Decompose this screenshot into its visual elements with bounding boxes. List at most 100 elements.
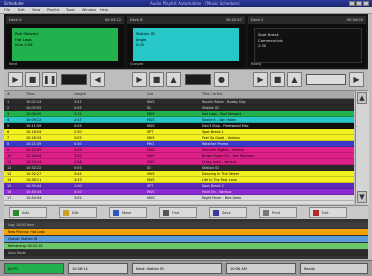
col-number[interactable]: #: [7, 92, 10, 96]
next-event-text: Next: Station ID: [136, 267, 164, 271]
status-bar: AUTO 10:06:14 Next: Station ID 10:06 AM …: [0, 260, 372, 276]
row-time: 10:44:54: [26, 196, 42, 200]
menu-playlist[interactable]: Playlist: [47, 8, 59, 12]
exit-icon: [313, 210, 319, 216]
deck-c[interactable]: Deck C 00:04:05 Spot Break Commercials 2…: [248, 16, 366, 67]
timeline-label: Remaining: 00:42:18: [8, 244, 43, 248]
print-button[interactable]: Print: [259, 207, 297, 218]
timeline-row[interactable]: Now Playing: Hot Legs: [4, 229, 368, 235]
deck-c-play-button[interactable]: ▶: [253, 72, 268, 87]
row-number: 4: [7, 118, 10, 122]
window-title: Scheduler: [4, 1, 25, 6]
playlist-scrollbar[interactable]: ▲ ▼: [355, 91, 369, 204]
title-bar: Scheduler Audio Playlist Automation - [M…: [0, 0, 372, 7]
deck-c-intro: 2:30: [258, 44, 267, 48]
mode-indicator[interactable]: AUTO: [4, 263, 64, 274]
col-category[interactable]: Cat: [147, 92, 153, 96]
edit-button[interactable]: Edit: [59, 207, 97, 218]
deck-a[interactable]: Deck A 00:03:12 Rod Stewart Hot Legs Int…: [6, 16, 124, 67]
stop-icon: ■: [273, 75, 282, 84]
row-number: 16: [7, 190, 12, 194]
row-title: Weather Promo: [202, 142, 229, 146]
deck-c-counter-display: [306, 74, 346, 85]
window-subtitle: Audio Playlist Automation - [Music Sched…: [150, 1, 240, 6]
deck-b-play-button[interactable]: ▶: [132, 72, 147, 87]
deck-b[interactable]: Deck B 00:02:47 Station ID Jingle 0:05 Q…: [127, 16, 245, 67]
deck-a-play-button[interactable]: ▶: [8, 72, 23, 87]
timeline-row[interactable]: Log: 10:00 Hour: [4, 222, 368, 228]
row-category: MUS: [147, 112, 155, 116]
exit-button-label: Exit: [322, 211, 329, 215]
deck-b-time: 00:02:47: [225, 18, 242, 22]
row-length: 0:05: [74, 166, 82, 170]
automation-app-window: Scheduler Audio Playlist Automation - [M…: [0, 0, 372, 276]
deck-a-info-panel: Rod Stewart Hot Legs Intro 0:08: [12, 28, 118, 61]
row-time: 10:06:00: [26, 112, 42, 116]
row-time: 10:29:24: [26, 160, 42, 164]
menu-help[interactable]: Help: [100, 8, 108, 12]
row-length: 4:05: [74, 124, 82, 128]
row-number: 6: [7, 130, 10, 134]
timeline-label: Log: 10:00 Hour: [8, 223, 35, 227]
timeline-row[interactable]: Remaining: 00:42:18: [4, 243, 368, 249]
print-button-label: Print: [272, 211, 281, 215]
deck-a-pause-button[interactable]: ❚❚: [42, 72, 57, 87]
save-button-label: Save: [222, 211, 231, 215]
scroll-up-arrow-icon[interactable]: ▲: [357, 92, 367, 104]
row-length: 4:10: [74, 190, 82, 194]
timeline-row[interactable]: Queue: Station ID: [4, 236, 368, 242]
transport-bar: ▶ ■ ❚❚ ◀ ▶ ■ ▲ ● ▶ ■ ▲ ▶: [4, 69, 368, 91]
eject-icon: ▲: [170, 75, 177, 84]
row-length: 3:12: [74, 112, 82, 116]
row-title: Station ID: [202, 106, 219, 110]
pause-icon: ❚❚: [43, 75, 57, 84]
move-button[interactable]: Move: [109, 207, 147, 218]
row-time: 10:21:39: [26, 142, 42, 146]
add-button[interactable]: Add: [9, 207, 47, 218]
deck-b-counter-display: [185, 74, 211, 85]
row-title: Hold On - Various: [202, 190, 232, 194]
deck-c-time: 00:04:05: [346, 18, 363, 22]
exit-button[interactable]: Exit: [309, 207, 347, 218]
row-category: SPT: [147, 130, 154, 134]
row-title: Night Fever - Bee Gees: [202, 196, 242, 200]
scroll-down-arrow-icon[interactable]: ▼: [357, 191, 367, 203]
save-button[interactable]: Save: [209, 207, 247, 218]
deck-c-eject-button[interactable]: ▲: [287, 72, 302, 87]
deck-b-stop-button[interactable]: ■: [149, 72, 164, 87]
deck-a-counter-display: [61, 74, 87, 85]
add-button-label: Add: [22, 211, 29, 215]
deck-a-stop-button[interactable]: ■: [25, 72, 40, 87]
menu-window[interactable]: Window: [82, 8, 96, 12]
playlist-header: # Time Length Cat Title / Artist: [4, 91, 354, 99]
row-length: 3:44: [74, 172, 82, 176]
col-time[interactable]: Time: [26, 92, 35, 96]
menu-view[interactable]: View: [32, 8, 40, 12]
find-button[interactable]: Find: [159, 207, 197, 218]
row-title: Don't Stop - Fleetwood Mac: [202, 124, 249, 128]
row-title: Rockin Robin - Bobby Day: [202, 100, 246, 104]
menu-edit[interactable]: Edit: [18, 8, 25, 12]
col-title[interactable]: Title / Artist: [202, 92, 222, 96]
deck-c-next-button[interactable]: ▶: [349, 72, 364, 87]
clock-field: 10:06 AM: [226, 263, 296, 274]
row-time: 10:26:04: [26, 154, 42, 158]
playlist-row[interactable]: 17 10:44:54 3:02 MUS Night Fever - Bee Gees: [4, 195, 354, 201]
close-button[interactable]: [363, 1, 369, 6]
deck-a-status: Next: [9, 62, 17, 66]
maximize-button[interactable]: [356, 1, 362, 6]
row-title: Summer Nights - Various: [202, 148, 245, 152]
menu-tools[interactable]: Tools: [66, 8, 75, 12]
deck-b-record-button[interactable]: ●: [214, 72, 229, 87]
deck-b-eject-button[interactable]: ▲: [166, 72, 181, 87]
col-length[interactable]: Length: [74, 92, 86, 96]
minimize-button[interactable]: [349, 1, 355, 6]
deck-c-stop-button[interactable]: ■: [270, 72, 285, 87]
menu-file[interactable]: File: [4, 8, 10, 12]
deck-c-artist: Spot Break: [258, 32, 279, 37]
row-number: 12: [7, 166, 12, 170]
deck-a-cue-button[interactable]: ◀: [90, 72, 105, 87]
timeline-label: Now Playing: Hot Legs: [8, 230, 45, 234]
timeline-row[interactable]: Auto Mode: [4, 250, 368, 256]
next-icon: ▶: [353, 75, 360, 84]
